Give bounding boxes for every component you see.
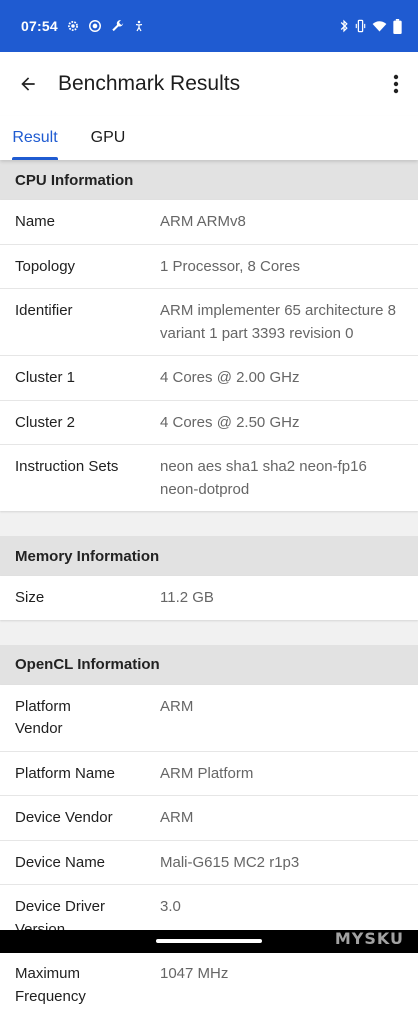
row-label: Cluster 1 — [15, 367, 160, 390]
section-header-opencl: OpenCL Information — [0, 645, 418, 685]
vibrate-icon — [355, 19, 366, 33]
accessibility-icon — [133, 19, 145, 33]
bluetooth-icon — [339, 19, 349, 33]
table-row: Device Name Mali-G615 MC2 r1p3 — [0, 841, 418, 886]
table-row: Platform Vendor ARM — [0, 685, 418, 752]
section-spacer — [0, 511, 418, 536]
section-header-cpu: CPU Information — [0, 160, 418, 200]
row-label: Topology — [15, 256, 160, 279]
row-value: 11.2 GB — [160, 587, 404, 610]
row-value: neon aes sha1 sha2 neon-fp16 neon-dotpro… — [160, 456, 404, 501]
row-label: Size — [15, 587, 160, 610]
status-time: 07:54 — [21, 18, 58, 34]
more-options-icon[interactable] — [384, 64, 408, 104]
row-value: 1047 MHz — [160, 963, 404, 1008]
row-label: Instruction Sets — [15, 456, 160, 501]
home-gesture-handle[interactable] — [156, 939, 262, 943]
table-row: Device Vendor ARM — [0, 796, 418, 841]
row-label: Device Name — [15, 852, 160, 875]
table-row: Identifier ARM implementer 65 architectu… — [0, 289, 418, 356]
wifi-icon — [372, 20, 387, 33]
table-row: Topology 1 Processor, 8 Cores — [0, 245, 418, 290]
tab-result-label: Result — [12, 129, 57, 147]
section-spacer — [0, 620, 418, 645]
tab-gpu[interactable]: GPU — [79, 116, 137, 160]
cpu-info-card: Name ARM ARMv8 Topology 1 Processor, 8 C… — [0, 200, 418, 511]
row-label: Cluster 2 — [15, 412, 160, 435]
app-bar: Benchmark Results — [0, 52, 418, 116]
row-value: ARM ARMv8 — [160, 211, 404, 234]
row-value: Mali-G615 MC2 r1p3 — [160, 852, 404, 875]
table-row: Instruction Sets neon aes sha1 sha2 neon… — [0, 445, 418, 511]
table-row: Cluster 1 4 Cores @ 2.00 GHz — [0, 356, 418, 401]
row-label: Platform Name — [15, 763, 160, 786]
row-value: ARM Platform — [160, 763, 404, 786]
page-title: Benchmark Results — [58, 72, 240, 96]
table-row: Size 11.2 GB — [0, 576, 418, 620]
row-value: ARM — [160, 807, 404, 830]
settings-gear-icon — [66, 19, 80, 33]
row-label: Name — [15, 211, 160, 234]
row-label: Device Vendor — [15, 807, 160, 830]
table-row: Cluster 2 4 Cores @ 2.50 GHz — [0, 401, 418, 446]
row-label: Platform Vendor — [15, 696, 115, 741]
record-icon — [88, 19, 102, 33]
tab-gpu-label: GPU — [91, 129, 126, 147]
opencl-info-card: Platform Vendor ARM Platform Name ARM Pl… — [0, 685, 418, 1018]
row-value: ARM implementer 65 architecture 8 varian… — [160, 300, 404, 345]
tab-selected-indicator — [12, 157, 58, 160]
tab-result[interactable]: Result — [0, 116, 70, 160]
row-value: 4 Cores @ 2.00 GHz — [160, 367, 404, 390]
table-row: Name ARM ARMv8 — [0, 200, 418, 245]
results-list[interactable]: CPU Information Name ARM ARMv8 Topology … — [0, 160, 418, 1018]
section-header-memory: Memory Information — [0, 536, 418, 576]
wrench-icon — [110, 19, 125, 34]
table-row: Maximum Frequency 1047 MHz — [0, 952, 418, 1018]
row-value: 4 Cores @ 2.50 GHz — [160, 412, 404, 435]
back-arrow-icon[interactable] — [15, 71, 41, 97]
battery-icon — [393, 19, 402, 34]
status-bar: 07:54 — [0, 0, 418, 52]
watermark-logo: MYSKU — [335, 929, 404, 948]
row-label: Maximum Frequency — [15, 963, 115, 1008]
row-value: ARM — [160, 696, 404, 741]
table-row: Platform Name ARM Platform — [0, 752, 418, 797]
memory-info-card: Size 11.2 GB — [0, 576, 418, 620]
row-value: 1 Processor, 8 Cores — [160, 256, 404, 279]
row-label: Identifier — [15, 300, 160, 345]
tab-bar: Result GPU — [0, 116, 418, 160]
